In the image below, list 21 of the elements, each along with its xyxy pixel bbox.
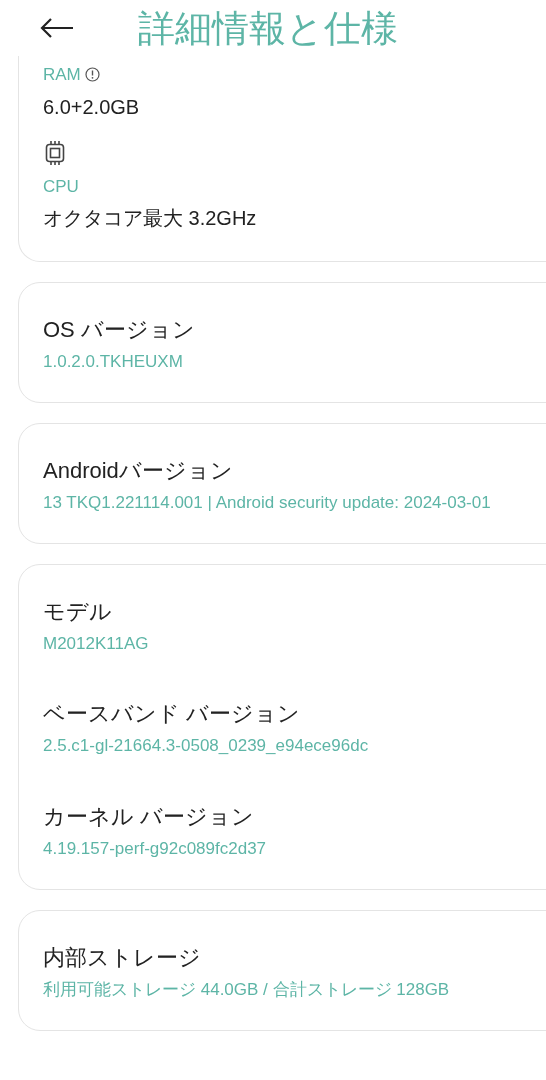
spec-label: CPU: [43, 175, 79, 198]
item-value: 2.5.c1-gl-21664.3-0508_0239_e94ece96dc: [43, 735, 370, 758]
spec-label: RAM: [43, 64, 81, 86]
item-title: カーネル バージョン: [43, 803, 256, 832]
item-value: 13 TKQ1.221114.001 | Android security update: 2024-03-01: [43, 491, 492, 514]
spec-value: オクタコア最大 3.2GHz: [43, 206, 258, 231]
back-button[interactable]: [40, 18, 74, 38]
item-title: Androidバージョン: [43, 456, 234, 485]
item-value: M2012K11AG: [43, 632, 150, 655]
item-value: 1.0.2.0.TKHEUXM: [43, 351, 184, 373]
spec-value: 6.0+2.0GB: [43, 94, 141, 120]
chip-icon: [43, 139, 67, 166]
back-arrow-icon: [40, 18, 74, 38]
item-title: OS バージョン: [43, 316, 196, 344]
item-value: 4.19.157-perf-g92c089fc2d37: [43, 838, 268, 861]
item-title: ベースバンド バージョン: [43, 700, 302, 729]
item-title: モデル: [43, 597, 113, 626]
info-icon: [84, 67, 100, 83]
item-title: 内部ストレージ: [43, 944, 202, 972]
page-title: 詳細情報と仕様: [138, 9, 398, 47]
item-value: 利用可能ストレージ 44.0GB / 合計ストレージ 128GB: [43, 979, 451, 1001]
